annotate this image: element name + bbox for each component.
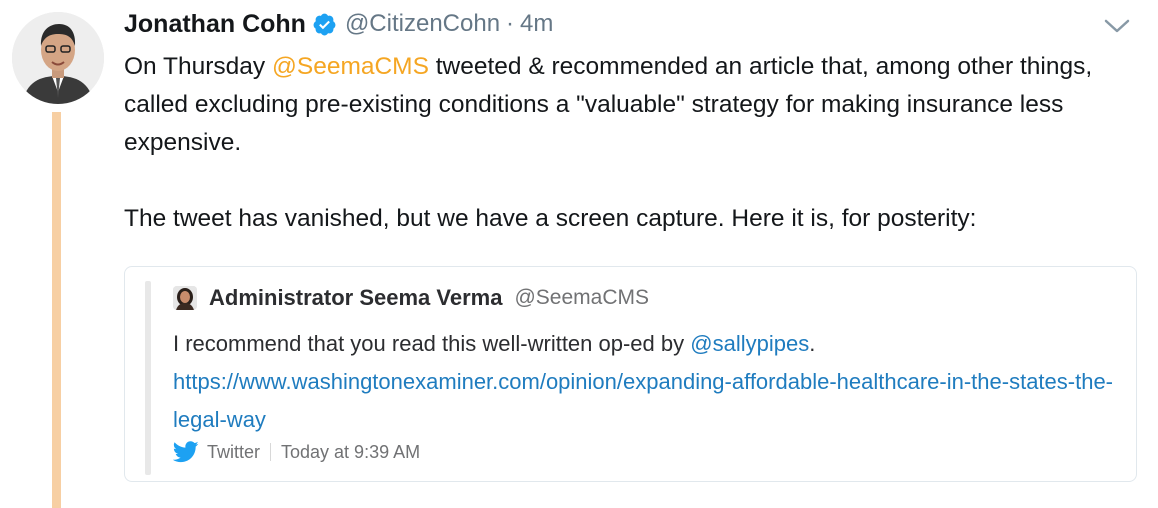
thread-line (52, 112, 61, 508)
card-text: I recommend that you read this well-writ… (173, 325, 1123, 439)
tweet-paragraph-2: The tweet has vanished, but we have a sc… (124, 205, 977, 232)
text-prefix: On Thursday (124, 53, 272, 80)
card-avatar (173, 286, 197, 310)
card-mention-link: @sallypipes (690, 331, 810, 356)
card-author-name: Administrator Seema Verma (209, 285, 503, 310)
card-timestamp: Today at 9:39 AM (281, 441, 421, 462)
card-source: Twitter (207, 441, 261, 462)
tweet-text: On Thursday @SeemaCMS tweeted & recommen… (124, 48, 1134, 238)
quote-bar (145, 281, 151, 475)
verified-badge-icon (312, 12, 337, 37)
card-text-prefix: I recommend that you read this well-writ… (173, 331, 691, 356)
chevron-down-icon[interactable] (1102, 14, 1132, 36)
tweet-paragraph-1: On Thursday @SeemaCMS tweeted & recommen… (124, 48, 1134, 162)
separator-dot: · (506, 10, 515, 37)
card-text-suffix: . (809, 331, 816, 356)
card-author-handle: @SeemaCMS (514, 286, 649, 309)
mention-link[interactable]: @SeemaCMS (272, 53, 429, 80)
card-footer: Twitter Today at 9:39 AM (172, 441, 421, 463)
author-avatar[interactable] (12, 12, 104, 104)
card-header: Administrator Seema Verma @SeemaCMS (173, 285, 649, 311)
footer-divider (270, 443, 272, 461)
twitter-bird-icon (172, 441, 199, 463)
card-url-link: https://www.washingtonexaminer.com/opini… (173, 369, 1114, 432)
embedded-screenshot-card[interactable]: Administrator Seema Verma @SeemaCMS I re… (124, 266, 1137, 482)
tweet-header: Jonathan Cohn @CitizenCohn · 4m (124, 6, 553, 42)
author-handle[interactable]: @CitizenCohn (345, 10, 500, 38)
tweet-timestamp[interactable]: 4m (520, 10, 553, 38)
author-name[interactable]: Jonathan Cohn (124, 10, 306, 39)
